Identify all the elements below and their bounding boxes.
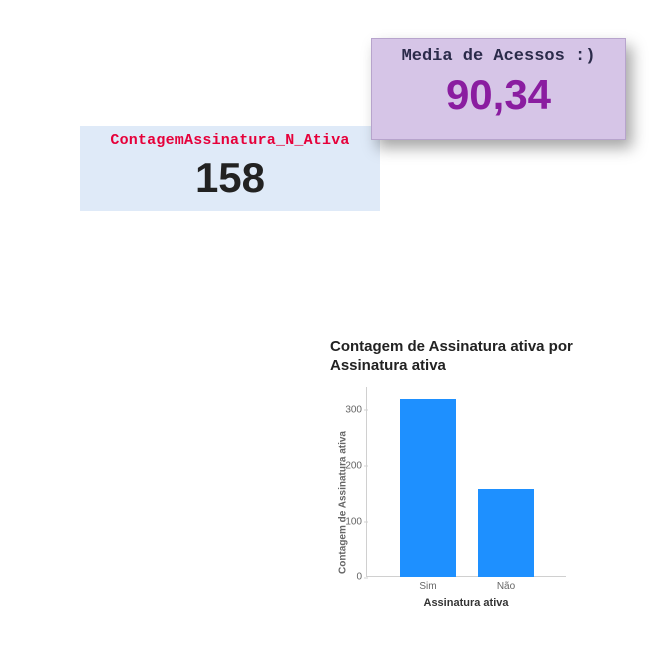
chart-x-tick-nao: Não — [478, 581, 534, 592]
chart-x-axis-label: Assinatura ativa — [366, 597, 566, 609]
chart-bar-nao[interactable] — [478, 489, 534, 577]
chart-bars — [366, 387, 566, 577]
chart-title: Contagem de Assinatura ativa por Assinat… — [330, 337, 580, 375]
dashboard-canvas: ContagemAssinatura_N_Ativa 158 Media de … — [0, 0, 658, 654]
chart-bar-sim[interactable] — [400, 399, 456, 578]
bar-chart[interactable]: Contagem de Assinatura ativa por Assinat… — [330, 337, 640, 607]
card-average-access-value: 90,34 — [372, 74, 625, 116]
chart-y-tick: 300 — [336, 404, 362, 415]
chart-y-tick: 200 — [336, 460, 362, 471]
chart-plot-area: 0 100 200 300 Sim Não Assinatura ativa — [366, 387, 566, 577]
chart-y-tick: 0 — [336, 572, 362, 583]
chart-x-tick-sim: Sim — [400, 581, 456, 592]
card-average-access-title: Media de Acessos :) — [372, 39, 625, 66]
card-average-access[interactable]: Media de Acessos :) 90,34 — [371, 38, 626, 140]
card-inactive-subscriptions[interactable]: ContagemAssinatura_N_Ativa 158 — [80, 126, 380, 211]
chart-body: Contagem de Assinatura ativa 0 100 200 3… — [330, 387, 640, 607]
card-inactive-subscriptions-title: ContagemAssinatura_N_Ativa — [80, 126, 380, 149]
card-inactive-subscriptions-value: 158 — [80, 157, 380, 199]
chart-y-tick: 100 — [336, 516, 362, 527]
chart-y-axis-label: Contagem de Assinatura ativa — [338, 408, 349, 598]
